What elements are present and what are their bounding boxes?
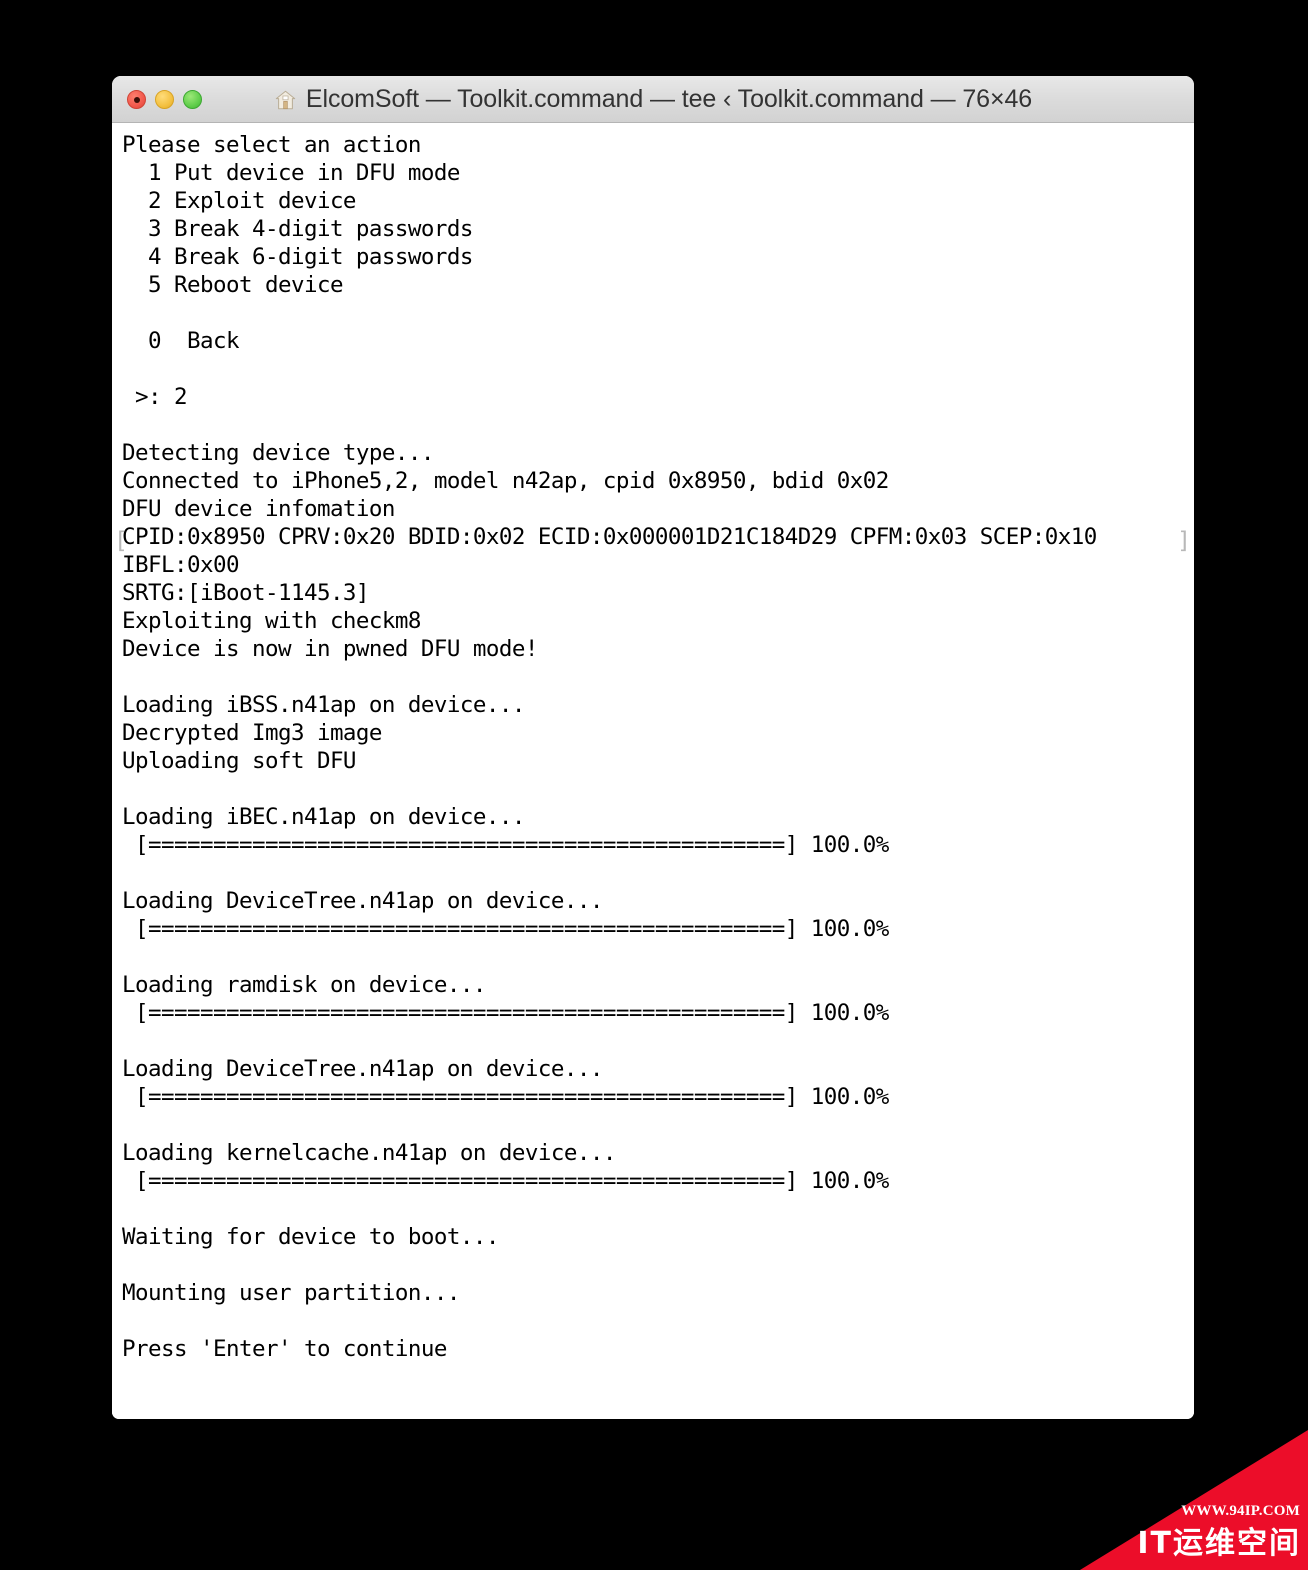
watermark: WWW.94IP.COM IT运维空间	[1080, 1430, 1308, 1570]
terminal-line: 5 Reboot device	[122, 272, 344, 298]
terminal-line: 3 Break 4-digit passwords	[122, 216, 473, 242]
terminal-line: [=======================================…	[122, 916, 889, 942]
terminal-line: Device is now in pwned DFU mode!	[122, 636, 538, 662]
terminal-line: Loading kernelcache.n41ap on device...	[122, 1140, 616, 1166]
terminal-line: Mounting user partition...	[122, 1280, 460, 1306]
terminal-line: [=======================================…	[122, 1000, 889, 1026]
terminal-line: Exploiting with checkm8	[122, 608, 421, 634]
terminal-line: Loading iBSS.n41ap on device...	[122, 692, 525, 718]
terminal-line: Loading iBEC.n41ap on device...	[122, 804, 525, 830]
terminal-line: 0 Back	[122, 328, 240, 354]
terminal-line: 4 Break 6-digit passwords	[122, 244, 473, 270]
terminal-line: Please select an action	[122, 132, 421, 158]
terminal-line: Uploading soft DFU	[122, 748, 356, 774]
watermark-url: WWW.94IP.COM	[1181, 1503, 1300, 1519]
terminal-line: Loading ramdisk on device...	[122, 972, 486, 998]
terminal-line: SRTG:[iBoot-1145.3]	[122, 580, 369, 606]
home-icon	[275, 90, 296, 109]
terminal-line: Connected to iPhone5,2, model n42ap, cpi…	[122, 468, 889, 494]
terminal-line: 1 Put device in DFU mode	[122, 160, 460, 186]
terminal-line: >: 2	[122, 384, 188, 410]
terminal-line: [=======================================…	[122, 1168, 889, 1194]
terminal-line: Press 'Enter' to continue	[122, 1336, 447, 1362]
terminal-line: Loading DeviceTree.n41ap on device...	[122, 1056, 603, 1082]
terminal-line: [=======================================…	[122, 1084, 889, 1110]
terminal-line: Decrypted Img3 image	[122, 720, 382, 746]
terminal-text: Please select an action 1 Put device in …	[122, 131, 1194, 1363]
minimize-button[interactable]	[155, 90, 174, 109]
terminal-window[interactable]: ElcomSoft — Toolkit.command — tee ‹ Tool…	[112, 76, 1194, 1419]
watermark-brand: IT运维空间	[1137, 1526, 1301, 1561]
terminal-line: DFU device infomation	[122, 496, 395, 522]
terminal-output-area[interactable]: Please select an action 1 Put device in …	[112, 123, 1194, 1419]
terminal-line: Loading DeviceTree.n41ap on device...	[122, 888, 603, 914]
terminal-line: [=======================================…	[122, 832, 889, 858]
terminal-line: CPID:0x8950 CPRV:0x20 BDID:0x02 ECID:0x0…	[122, 524, 1097, 550]
window-title: ElcomSoft — Toolkit.command — tee ‹ Tool…	[305, 85, 1033, 113]
prompt-mark-right-bracket: ]	[1177, 528, 1191, 554]
window-title-bar[interactable]: ElcomSoft — Toolkit.command — tee ‹ Tool…	[112, 76, 1194, 123]
watermark-triangle	[1080, 1430, 1308, 1570]
prompt-mark-left-bracket: [	[114, 528, 128, 554]
window-controls	[127, 76, 202, 123]
zoom-button[interactable]	[183, 90, 202, 109]
terminal-line: IBFL:0x00	[122, 552, 240, 578]
terminal-line: Detecting device type...	[122, 440, 434, 466]
close-button[interactable]	[127, 90, 146, 109]
title-group: ElcomSoft — Toolkit.command — tee ‹ Tool…	[112, 76, 1194, 123]
terminal-line: Waiting for device to boot...	[122, 1224, 499, 1250]
terminal-line: 2 Exploit device	[122, 188, 357, 214]
